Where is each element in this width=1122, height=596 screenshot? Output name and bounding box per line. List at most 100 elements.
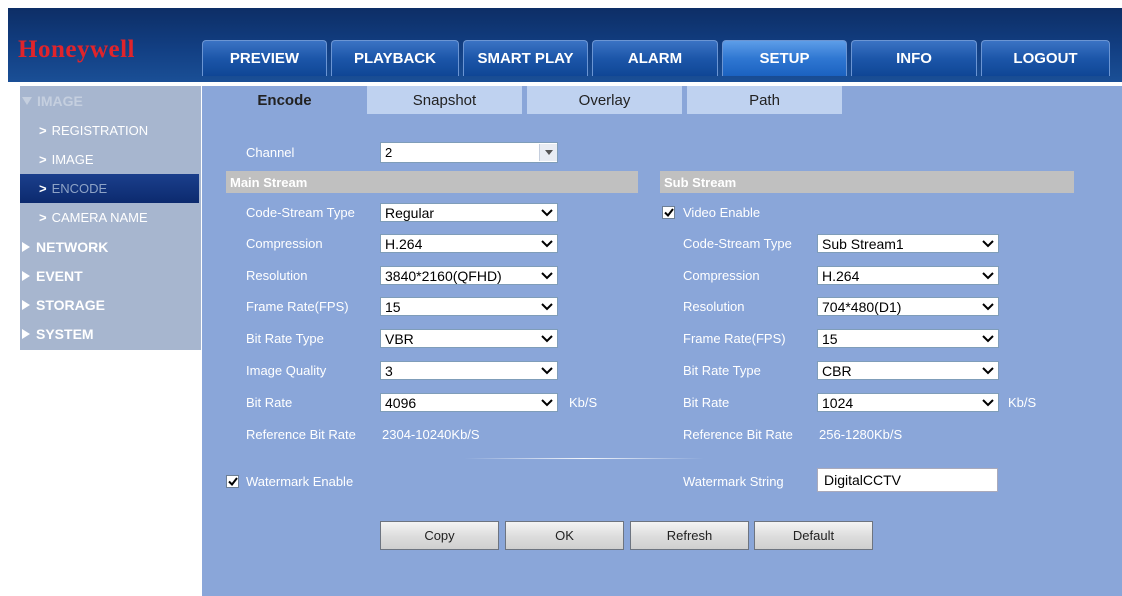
select-value: 3840*2160(QFHD) <box>385 267 502 284</box>
ok-button[interactable]: OK <box>505 521 624 550</box>
main-nav: PREVIEW PLAYBACK SMART PLAY ALARM SETUP … <box>202 40 1110 76</box>
refresh-button[interactable]: Refresh <box>630 521 749 550</box>
dropdown-arrow-icon <box>539 144 557 161</box>
main-bit-rate-select[interactable]: 4096 <box>380 393 558 412</box>
triangle-right-icon <box>22 270 30 281</box>
tab-path[interactable]: Path <box>687 86 842 114</box>
chevron-down-icon <box>537 394 557 411</box>
sidebar-item-label: NETWORK <box>36 238 109 255</box>
sub-reference-bit-rate-label: Reference Bit Rate <box>683 427 793 442</box>
sub-resolution-label: Resolution <box>683 299 745 314</box>
sub-bit-rate-type-select[interactable]: CBR <box>817 361 999 380</box>
chevron-down-icon <box>978 330 998 347</box>
chevron-right-icon: > <box>39 152 47 167</box>
sidebar-item-image-group[interactable]: IMAGE <box>20 86 201 116</box>
main-bit-rate-type-select[interactable]: VBR <box>380 329 558 348</box>
chevron-down-icon <box>978 362 998 379</box>
sidebar-item-system[interactable]: SYSTEM <box>20 319 201 348</box>
sub-bit-rate-type-label: Bit Rate Type <box>683 363 761 378</box>
sidebar-item-label: IMAGE <box>51 152 94 167</box>
video-enable-checkbox[interactable] <box>662 206 675 219</box>
select-value: 4096 <box>385 394 417 411</box>
sub-code-stream-type-select[interactable]: Sub Stream1 <box>817 234 999 253</box>
main-bit-rate-type-label: Bit Rate Type <box>246 331 324 346</box>
checkmark-icon <box>663 208 674 217</box>
select-value: H.264 <box>385 235 423 252</box>
sub-bit-rate-select[interactable]: 1024 <box>817 393 999 412</box>
tab-snapshot[interactable]: Snapshot <box>367 86 522 114</box>
main-frame-rate-select[interactable]: 15 <box>380 297 558 316</box>
sidebar-item-event[interactable]: EVENT <box>20 261 201 290</box>
sidebar-item-camera-name[interactable]: > CAMERA NAME <box>20 203 201 232</box>
sub-bit-rate-unit: Kb/S <box>1008 395 1037 410</box>
sub-resolution-select[interactable]: 704*480(D1) <box>817 297 999 316</box>
sidebar-item-label: ENCODE <box>51 181 108 196</box>
main-reference-bit-rate-value: 2304-10240Kb/S <box>382 427 480 442</box>
sub-compression-select[interactable]: H.264 <box>817 266 999 285</box>
main-code-stream-type-select[interactable]: Regular <box>380 203 558 222</box>
channel-select[interactable]: 2 <box>380 142 558 163</box>
select-value: Sub Stream1 <box>822 235 904 252</box>
chevron-down-icon <box>537 235 557 252</box>
channel-label: Channel <box>246 145 295 160</box>
sidebar-group-label: IMAGE <box>37 93 83 109</box>
sidebar: IMAGE > REGISTRATION > IMAGE > ENCODE > … <box>20 86 201 350</box>
video-enable-label: Video Enable <box>683 205 761 220</box>
nav-tab-logout[interactable]: LOGOUT <box>981 40 1110 76</box>
default-button[interactable]: Default <box>754 521 873 550</box>
select-value: 704*480(D1) <box>822 298 902 315</box>
sidebar-item-registration[interactable]: > REGISTRATION <box>20 116 201 145</box>
main-reference-bit-rate-label: Reference Bit Rate <box>246 427 356 442</box>
sub-code-stream-type-label: Code-Stream Type <box>683 236 792 251</box>
chevron-down-icon <box>978 394 998 411</box>
encode-panel: Encode Snapshot Overlay Path Channel 2 M… <box>202 86 1122 596</box>
triangle-right-icon <box>22 299 30 310</box>
watermark-string-input[interactable]: DigitalCCTV <box>817 468 998 492</box>
sidebar-item-label: STORAGE <box>36 296 105 313</box>
chevron-right-icon: > <box>39 210 47 225</box>
sidebar-item-label: SYSTEM <box>36 325 94 342</box>
triangle-down-icon <box>22 97 32 105</box>
sub-reference-bit-rate-value: 256-1280Kb/S <box>819 427 903 442</box>
watermark-string-label: Watermark String <box>683 474 784 489</box>
main-bit-rate-unit: Kb/S <box>569 395 598 410</box>
select-value: 15 <box>385 298 401 315</box>
select-value: CBR <box>822 362 852 379</box>
sub-bit-rate-label: Bit Rate <box>683 395 730 410</box>
main-code-stream-type-label: Code-Stream Type <box>246 205 355 220</box>
chevron-down-icon <box>537 267 557 284</box>
nav-tab-info[interactable]: INFO <box>851 40 977 76</box>
main-compression-select[interactable]: H.264 <box>380 234 558 253</box>
select-value: Regular <box>385 204 435 221</box>
tab-encode[interactable]: Encode <box>207 86 362 114</box>
chevron-down-icon <box>537 298 557 315</box>
sub-frame-rate-select[interactable]: 15 <box>817 329 999 348</box>
sidebar-item-storage[interactable]: STORAGE <box>20 290 201 319</box>
sub-stream-header: Sub Stream <box>660 171 1074 193</box>
sidebar-item-network[interactable]: NETWORK <box>20 232 201 261</box>
watermark-enable-checkbox[interactable] <box>226 475 239 488</box>
main-resolution-label: Resolution <box>246 268 308 283</box>
select-value: 3 <box>385 362 393 379</box>
channel-value: 2 <box>385 145 393 160</box>
nav-tab-preview[interactable]: PREVIEW <box>202 40 327 76</box>
main-image-quality-select[interactable]: 3 <box>380 361 558 380</box>
checkmark-icon <box>227 477 238 486</box>
chevron-right-icon: > <box>39 181 47 196</box>
triangle-right-icon <box>22 241 30 252</box>
nav-tab-alarm[interactable]: ALARM <box>592 40 718 76</box>
chevron-down-icon <box>537 204 557 221</box>
sidebar-item-encode[interactable]: > ENCODE <box>20 174 199 203</box>
nav-tab-playback[interactable]: PLAYBACK <box>331 40 459 76</box>
sidebar-item-image[interactable]: > IMAGE <box>20 145 201 174</box>
nav-tab-smart-play[interactable]: SMART PLAY <box>463 40 588 76</box>
top-header: Honeywell PREVIEW PLAYBACK SMART PLAY AL… <box>8 8 1122 82</box>
chevron-down-icon <box>978 235 998 252</box>
main-resolution-select[interactable]: 3840*2160(QFHD) <box>380 266 558 285</box>
main-image-quality-label: Image Quality <box>246 363 327 378</box>
tab-overlay[interactable]: Overlay <box>527 86 682 114</box>
chevron-down-icon <box>537 330 557 347</box>
copy-button[interactable]: Copy <box>380 521 499 550</box>
sub-frame-rate-label: Frame Rate(FPS) <box>683 331 786 346</box>
nav-tab-setup[interactable]: SETUP <box>722 40 847 76</box>
